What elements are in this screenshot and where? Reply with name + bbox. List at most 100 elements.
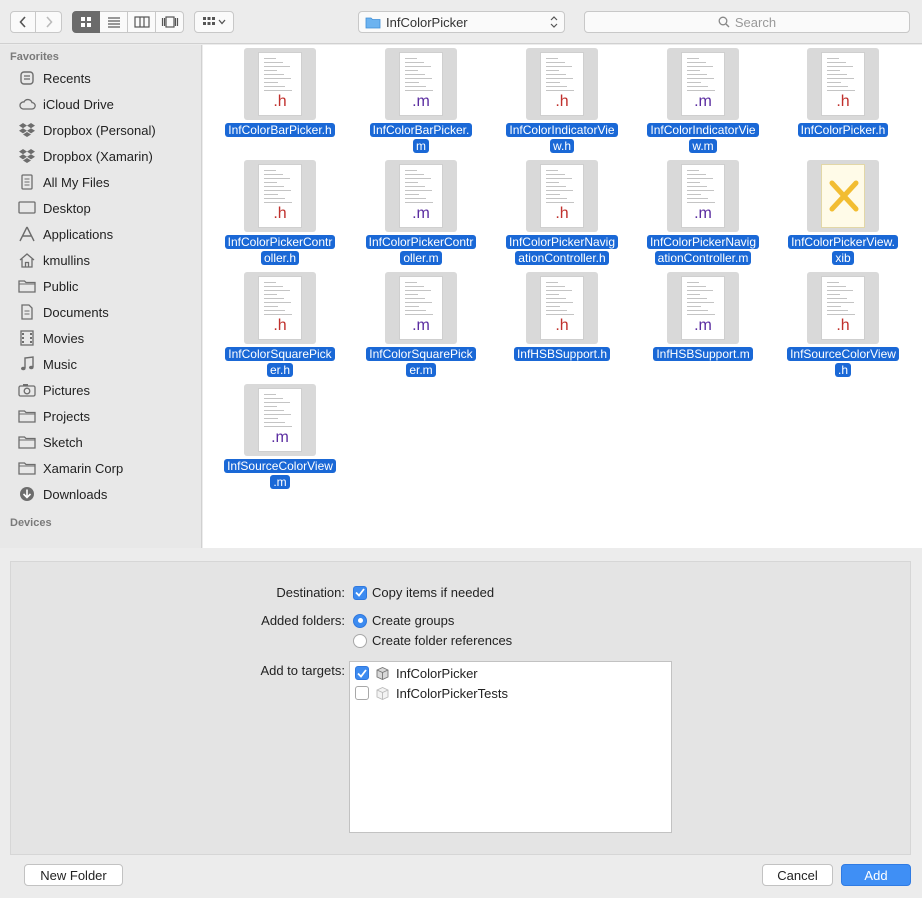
chevron-down-icon [218, 19, 226, 25]
path-popup[interactable]: InfColorPicker [358, 11, 565, 33]
xib-file-icon [807, 160, 879, 232]
chevron-right-icon [45, 16, 53, 28]
applications-icon [17, 225, 37, 243]
copy-items-label: Copy items if needed [372, 585, 495, 600]
source-file-icon: .h [244, 272, 316, 344]
create-groups-label: Create groups [372, 613, 455, 628]
file-name: InfColorIndicatorVie w.m [633, 122, 773, 154]
copy-items-checkbox[interactable]: Copy items if needed [353, 585, 494, 600]
cancel-button[interactable]: Cancel [762, 864, 833, 886]
sidebar-item-label: Documents [43, 304, 109, 320]
checkbox-checked-icon [353, 585, 367, 600]
file-name: InfHSBSupport.h [492, 346, 632, 362]
sidebar-item-pictures[interactable]: Pictures [0, 377, 201, 403]
sidebar-item-xamarin-corp[interactable]: Xamarin Corp [0, 455, 201, 481]
sidebar-item-public[interactable]: Public [0, 273, 201, 299]
view-mode-buttons [72, 11, 184, 33]
test-target-icon [374, 685, 390, 701]
source-file-icon: .m [667, 48, 739, 120]
file-browser[interactable]: .h InfColorBarPicker.h .m InfColorBarPicker… [203, 45, 922, 548]
file-name: InfSourceColorView .h [773, 346, 913, 378]
source-file-icon: .h [244, 48, 316, 120]
sidebar-item-label: iCloud Drive [43, 96, 114, 112]
file-extension-label: .m [694, 93, 712, 110]
target-name: InfColorPicker [396, 665, 478, 681]
sidebar-item-movies[interactable]: Movies [0, 325, 201, 351]
sidebar-item-all-my-files[interactable]: All My Files [0, 169, 201, 195]
new-folder-button[interactable]: New Folder [24, 864, 123, 886]
target-row[interactable]: InfColorPickerTests [350, 683, 671, 703]
sidebar-item-label: Recents [43, 70, 91, 86]
sidebar-item-label: Dropbox (Xamarin) [43, 148, 153, 164]
sidebar-item-recents[interactable]: Recents [0, 65, 201, 91]
devices-header: Devices [10, 517, 52, 529]
sidebar-item-downloads[interactable]: Downloads [0, 481, 201, 507]
folder-icon [17, 407, 37, 425]
folder-icon [17, 433, 37, 451]
search-field[interactable]: Search [584, 11, 910, 33]
sidebar-item-dropbox-xamarin[interactable]: Dropbox (Xamarin) [0, 143, 201, 169]
folder-icon [365, 17, 381, 28]
added-folders-label: Added folders: [261, 613, 345, 628]
sidebar-item-music[interactable]: Music [0, 351, 201, 377]
create-groups-radio[interactable]: Create groups [353, 613, 454, 628]
create-folder-references-radio[interactable]: Create folder references [353, 633, 512, 648]
add-button[interactable]: Add [841, 864, 911, 886]
arrange-button[interactable] [194, 11, 234, 33]
sidebar-item-label: Dropbox (Personal) [43, 122, 156, 138]
sidebar-item-label: Sketch [43, 434, 83, 450]
sidebar-item-applications[interactable]: Applications [0, 221, 201, 247]
sidebar-item-kmullins[interactable]: kmullins [0, 247, 201, 273]
toolbar: InfColorPicker Search [0, 0, 922, 44]
sidebar-item-label: Downloads [43, 486, 108, 502]
sidebar-item-label: Public [43, 278, 79, 294]
source-file-icon: .m [244, 384, 316, 456]
file-extension-label: .m [694, 205, 712, 222]
forward-button[interactable] [36, 11, 62, 33]
favorites-header: Favorites [10, 51, 59, 63]
options-panel: Destination: Copy items if needed Added … [10, 561, 911, 855]
checkbox-unchecked-icon[interactable] [355, 686, 369, 700]
coverflow-icon [161, 16, 178, 28]
sidebar-item-dropbox-personal[interactable]: Dropbox (Personal) [0, 117, 201, 143]
file-name: InfColorPickerContr oller.m [351, 234, 491, 266]
arrange-grid-icon [203, 17, 215, 25]
file-name: InfColorIndicatorVie w.h [492, 122, 632, 154]
movies-icon [17, 329, 37, 347]
file-name: InfColorBarPicker.h [210, 122, 350, 138]
file-extension-label: .h [836, 317, 850, 334]
coverflow-view-button[interactable] [156, 11, 184, 33]
back-button[interactable] [10, 11, 36, 33]
targets-list[interactable]: InfColorPicker InfColorPickerTests [349, 661, 672, 833]
sidebar-item-desktop[interactable]: Desktop [0, 195, 201, 221]
file-extension-label: .m [412, 205, 430, 222]
sidebar-item-icloud-drive[interactable]: iCloud Drive [0, 91, 201, 117]
sidebar-item-label: All My Files [43, 174, 110, 190]
sidebar-item-projects[interactable]: Projects [0, 403, 201, 429]
sidebar-item-label: Applications [43, 226, 114, 242]
sidebar-item-label: Desktop [43, 200, 91, 216]
folder-icon [17, 277, 37, 295]
file-extension-label: .m [694, 317, 712, 334]
sidebar-item-label: Movies [43, 330, 85, 346]
sidebar-item-sketch[interactable]: Sketch [0, 429, 201, 455]
source-file-icon: .h [526, 160, 598, 232]
icon-view-button[interactable] [72, 11, 100, 33]
recents-icon [17, 69, 37, 87]
column-view-button[interactable] [128, 11, 156, 33]
source-file-icon: .h [526, 48, 598, 120]
file-extension-label: .h [273, 93, 287, 110]
source-file-icon: .m [667, 160, 739, 232]
checkbox-checked-icon[interactable] [355, 666, 369, 680]
list-view-button[interactable] [100, 11, 128, 33]
pictures-icon [17, 381, 37, 399]
list-icon [107, 17, 120, 28]
target-row[interactable]: InfColorPicker [350, 663, 671, 683]
sidebar-item-documents[interactable]: Documents [0, 299, 201, 325]
targets-label: Add to targets: [260, 663, 345, 678]
file-extension-label: .h [273, 317, 287, 334]
file-extension-label: .m [271, 429, 289, 446]
app-target-icon [374, 665, 390, 681]
file-extension-label: .m [412, 317, 430, 334]
all-files-icon [17, 173, 37, 191]
